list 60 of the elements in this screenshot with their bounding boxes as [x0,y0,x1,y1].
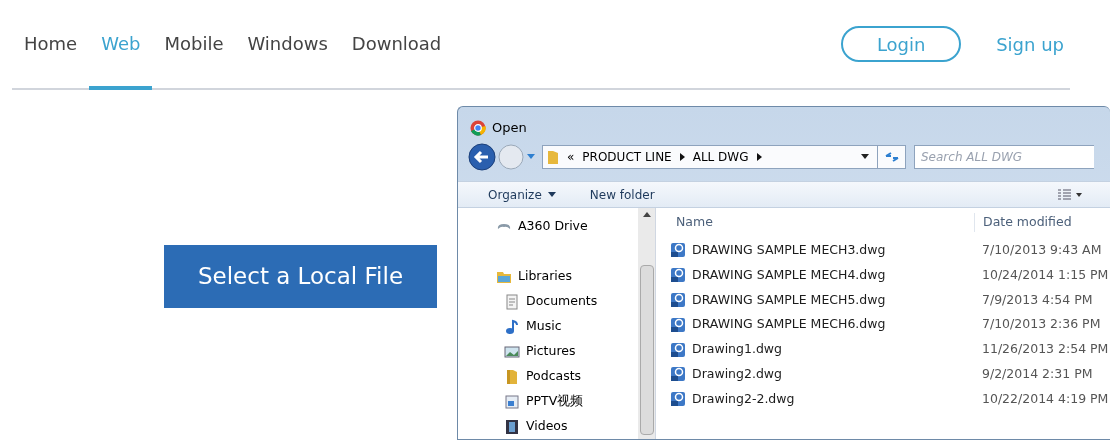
file-name[interactable]: Drawing2.dwg [692,365,782,384]
file-icon [670,292,686,308]
nav-tab[interactable]: Mobile [152,0,236,90]
folder-icon [547,149,559,166]
date-modified: 7/10/2013 9:43 AM [981,241,1102,259]
nav-pane-item[interactable]: Videos [526,417,568,436]
file-icon [670,267,686,284]
scrollbar[interactable] [638,208,655,439]
date-modified: 9/2/2014 2:31 PM [981,365,1093,383]
nav-pane-item[interactable]: PPTV视频 [526,392,584,411]
file-name[interactable]: DRAWING SAMPLE MECH4.dwg [692,265,886,285]
file-icon [670,391,686,408]
arrow-icon[interactable] [679,153,685,162]
dropdown-icon[interactable] [861,154,869,161]
file-icon [670,316,686,333]
nav-pane-item[interactable]: Music [526,317,562,336]
breadcrumb-item[interactable]: ALL DWG [692,148,749,167]
refresh-icon [883,151,900,164]
back-icon[interactable] [468,143,496,172]
view-options-icon[interactable] [1056,188,1083,201]
organize-menu[interactable]: Organize [488,185,556,204]
file-icon [670,366,686,383]
select-file-button[interactable]: Select a Local File [164,245,437,308]
nav-pane-item[interactable]: Libraries [518,267,572,286]
pictures-icon [504,343,520,360]
column-header[interactable]: Name [664,213,974,232]
dialog-title: Open [492,119,527,138]
date-modified: 11/26/2013 2:54 PM [981,340,1109,359]
date-modified: 10/24/2014 1:15 PM [981,265,1109,284]
date-modified: 10/22/2014 4:19 PM [981,389,1109,408]
nav-tab[interactable]: Download [339,0,454,90]
app-icon [504,393,520,410]
file-icon [670,341,686,358]
overflow-chevron[interactable]: « [567,148,575,167]
date-modified: 7/9/2013 4:54 PM [981,290,1093,309]
file-icon [670,242,686,259]
date-modified: 7/10/2013 2:36 PM [981,315,1101,334]
address-bar[interactable]: « PRODUCT LINE ALL DWG [542,145,906,170]
nav-pane-item[interactable]: Podcasts [526,367,582,386]
nav-pane-item[interactable]: Documents [526,292,598,311]
new-folder-button[interactable]: New folder [589,185,655,204]
videos-icon [504,418,520,435]
column-header[interactable]: Date modified [974,213,1072,232]
file-name[interactable]: DRAWING SAMPLE MECH6.dwg [692,315,886,335]
nav-pane-item[interactable]: A360 Drive [518,217,588,236]
arrow-icon[interactable] [756,153,762,162]
file-name[interactable]: DRAWING SAMPLE MECH3.dwg [692,241,886,260]
documents-icon [504,293,520,310]
file-name[interactable]: DRAWING SAMPLE MECH5.dwg [692,290,886,310]
browser-logo-icon [470,120,486,137]
file-name[interactable]: Drawing2-2.dwg [692,389,795,409]
caret-icon [547,192,556,198]
nav-tab[interactable]: Windows [235,0,340,90]
music-icon [504,318,520,335]
nav-tab[interactable]: Home [12,0,90,90]
breadcrumb-item[interactable]: PRODUCT LINE [582,148,672,167]
file-name[interactable]: Drawing1.dwg [692,340,782,359]
nav-pane-item[interactable]: Pictures [526,342,576,361]
scroll-up-icon[interactable] [642,212,651,217]
folder-icon [504,368,520,385]
